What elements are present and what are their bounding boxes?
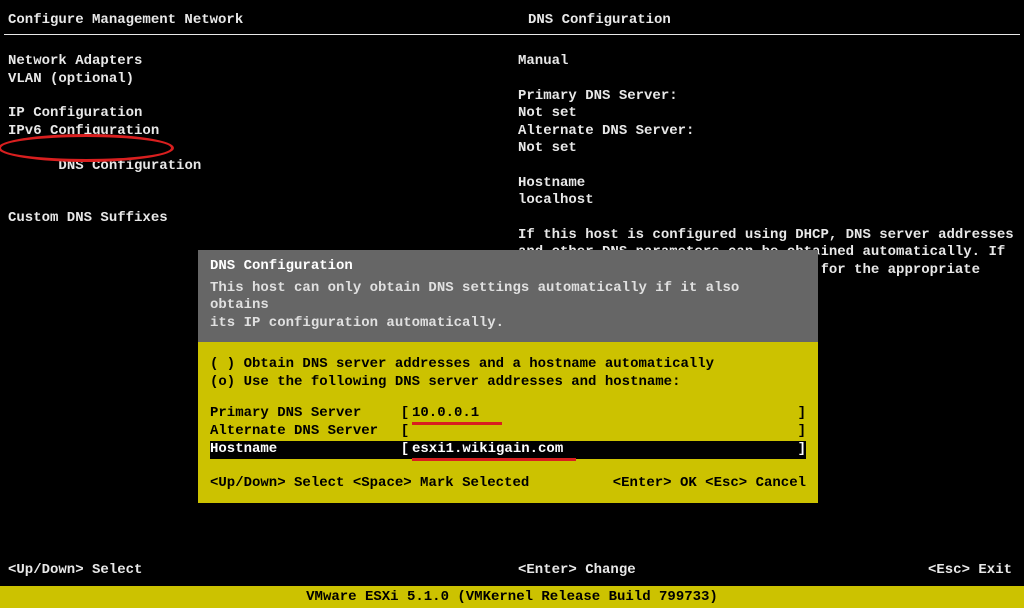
highlight-underline-icon — [412, 458, 576, 461]
menu-item-ipv6-config[interactable]: IPv6 Configuration — [8, 123, 518, 141]
detail-note-line: If this host is configured using DHCP, D… — [518, 227, 1016, 245]
bracket-close-icon: ] — [796, 405, 806, 423]
hint-esc-key: <Esc> — [928, 562, 970, 578]
detail-primary-label: Primary DNS Server: — [518, 88, 1016, 106]
menu-item-custom-dns-suffixes[interactable]: Custom DNS Suffixes — [8, 210, 518, 228]
hint-updown-key: <Up/Down> — [8, 562, 84, 578]
ok-button-label: OK — [672, 475, 706, 491]
field-primary-dns-label: Primary DNS Server — [210, 405, 398, 423]
hint-enter-key: <Enter> — [518, 562, 577, 578]
bracket-open-icon: [ — [398, 405, 412, 423]
detail-alternate-label: Alternate DNS Server: — [518, 123, 1016, 141]
field-hostname[interactable]: Hostname [ esxi1.wikigain.com ] — [210, 441, 806, 459]
detail-mode: Manual — [518, 53, 1016, 71]
version-bar: VMware ESXi 5.1.0 (VMKernel Release Buil… — [0, 586, 1024, 608]
menu-item-vlan[interactable]: VLAN (optional) — [8, 71, 518, 89]
ok-button[interactable]: <Enter> — [613, 475, 672, 491]
cancel-button-label: Cancel — [747, 475, 806, 491]
dialog-title: DNS Configuration — [210, 258, 806, 276]
hint-space-key: <Space> — [353, 475, 412, 491]
dialog-description-line: This host can only obtain DNS settings a… — [210, 280, 806, 315]
hint-updown-label: Select — [84, 562, 143, 578]
radio-option-auto[interactable]: ( ) Obtain DNS server addresses and a ho… — [210, 356, 806, 374]
detail-primary-value: Not set — [518, 105, 1016, 123]
dialog-description-line: its IP configuration automatically. — [210, 315, 806, 333]
field-primary-dns[interactable]: Primary DNS Server [ 10.0.0.1 ] — [210, 405, 806, 423]
field-alternate-dns[interactable]: Alternate DNS Server [ ] — [210, 423, 806, 441]
dns-configuration-dialog: DNS Configuration This host can only obt… — [198, 250, 818, 503]
hint-updown-key: <Up/Down> — [210, 475, 286, 491]
detail-alternate-value: Not set — [518, 140, 1016, 158]
hint-updown-label: Select — [286, 475, 353, 491]
page-title-left: Configure Management Network — [8, 12, 528, 28]
field-alternate-dns-label: Alternate DNS Server — [210, 423, 398, 441]
hint-esc-label: Exit — [970, 562, 1012, 578]
hint-enter-label: Change — [577, 562, 636, 578]
bracket-close-icon: ] — [796, 423, 806, 441]
bracket-open-icon: [ — [398, 423, 412, 441]
menu-item-dns-config-label: DNS Configuration — [58, 158, 201, 174]
field-hostname-label: Hostname — [210, 441, 398, 459]
detail-hostname-value: localhost — [518, 192, 1016, 210]
field-primary-dns-value[interactable]: 10.0.0.1 — [412, 405, 796, 423]
menu-item-ip-config[interactable]: IP Configuration — [8, 105, 518, 123]
field-hostname-value[interactable]: esxi1.wikigain.com — [412, 441, 796, 459]
hint-space-label: Mark Selected — [412, 475, 530, 491]
menu-item-network-adapters[interactable]: Network Adapters — [8, 53, 518, 71]
menu-item-dns-config[interactable]: DNS Configuration — [8, 140, 518, 210]
cancel-button[interactable]: <Esc> — [705, 475, 747, 491]
key-hint-bar: <Up/Down> Select <Enter> Change <Esc> Ex… — [0, 558, 1024, 582]
detail-hostname-label: Hostname — [518, 175, 1016, 193]
bracket-close-icon: ] — [796, 441, 806, 459]
bracket-open-icon: [ — [398, 441, 412, 459]
page-title-right: DNS Configuration — [528, 12, 1016, 28]
radio-option-manual[interactable]: (o) Use the following DNS server address… — [210, 374, 806, 392]
